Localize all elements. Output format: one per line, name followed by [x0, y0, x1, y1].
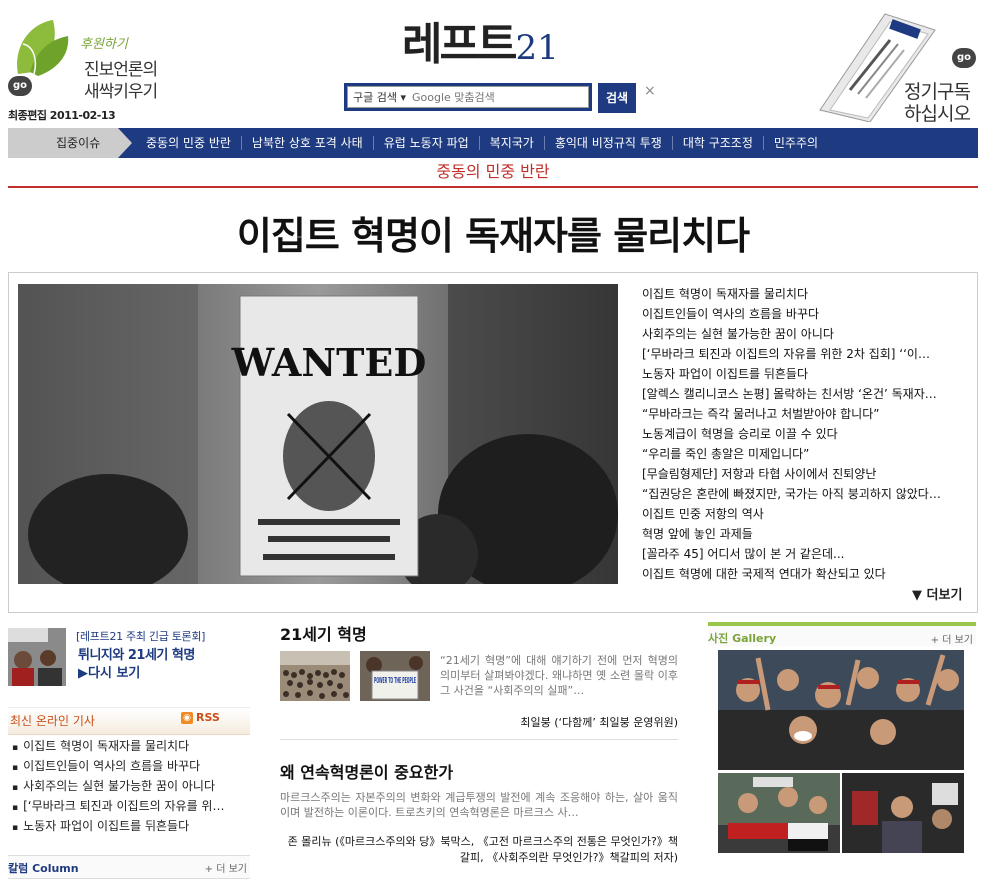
feature-link[interactable]: [꼴라주 45] 어디서 많이 본 거 같은데...	[642, 544, 962, 564]
support-line2[interactable]: 새싹키우기	[84, 77, 158, 102]
feature-more-link[interactable]: ▼ 더보기	[912, 584, 962, 603]
feature-link[interactable]: “우리를 죽인 총알은 미제입니다”	[642, 444, 962, 464]
article1-author: 최일붕 (‘다함께’ 최일붕 운영위원)	[520, 716, 678, 729]
gallery-thumb-1[interactable]	[718, 773, 840, 853]
feature-link[interactable]: “무바라크는 즉각 물러나고 처벌받아야 합니다”	[642, 404, 962, 424]
gallery-main-photo[interactable]	[718, 650, 964, 770]
online-articles-list: 이집트 혁명이 독재자를 물리치다 이집트인들이 역사의 흐름을 바꾸다 사회주…	[12, 736, 250, 836]
nav-item-europe-strike[interactable]: 유럽 노동자 파업	[374, 136, 480, 150]
search-engine-select[interactable]: 구글 검색 ▾	[353, 89, 406, 105]
nav-item-university[interactable]: 대학 구조조정	[673, 136, 764, 150]
nav-item-welfare[interactable]: 복지국가	[480, 136, 545, 150]
search-input[interactable]	[412, 90, 588, 104]
feature-link[interactable]: 이집트 혁명에 대한 국제적 연대가 확산되고 있다	[642, 564, 962, 584]
search-box: 구글 검색 ▾	[344, 83, 592, 111]
nav-item-hongik[interactable]: 홍익대 비정규직 투쟁	[545, 136, 673, 150]
rss-icon: ◉	[181, 711, 193, 724]
subscribe-line2[interactable]: 하십시오	[904, 99, 971, 126]
nav-item-democracy[interactable]: 민주주의	[764, 136, 828, 150]
forum-replay-link[interactable]: ▶다시 보기	[78, 662, 140, 681]
article2-summary[interactable]: 마르크스주의는 자본주의의 변화와 계급투쟁의 발전에 계속 조응해야 하는, …	[280, 790, 678, 820]
forum-promo-image[interactable]	[8, 628, 66, 686]
logo-number: 21	[515, 28, 559, 68]
article2-author-line1: 존 몰리뉴 (《마르크스주의와 당》북막스, 《고전 마르크스주의 전통은 무엇…	[287, 835, 678, 848]
power-sign-text: POWER TO THE PEOPLE	[374, 676, 416, 685]
feature-link[interactable]: [알렉스 캘리니코스 논평] 몰락하는 친서방 ‘온건’ 독재자…	[642, 384, 962, 404]
forum-promo-line1[interactable]: [레프트21 주최 긴급 토론회]	[76, 628, 205, 644]
column-more-link[interactable]: + 더 보기	[205, 860, 247, 875]
issue-nav-bar: 집중이슈 중동의 민중 반란 남북한 상호 포격 사태 유럽 노동자 파업 복지…	[8, 128, 978, 158]
online-articles-header: 최신 온라인 기사 ◉ RSS	[8, 707, 250, 735]
feature-link[interactable]: 사회주의는 실현 불가능한 꿈이 아니다	[642, 324, 962, 344]
column-title: 칼럼 Column	[8, 862, 79, 875]
topic-title: 중동의 민중 반란	[8, 158, 978, 188]
feature-link[interactable]: [무슬림형제단] 저항과 타협 사이에서 진퇴양난	[642, 464, 962, 484]
article2-title[interactable]: 왜 연속혁명론이 중요한가	[280, 759, 453, 783]
last-updated: 최종편집 2011-02-13	[8, 109, 116, 122]
feature-link[interactable]: [‘무바라크 퇴진과 이집트의 자유를 위한 2차 집회] ‘‘이…	[642, 344, 962, 364]
rss-label: RSS	[196, 711, 220, 724]
feature-link-list: 이집트 혁명이 독재자를 물리치다 이집트인들이 역사의 흐름을 바꾸다 사회주…	[642, 284, 962, 584]
feature-link[interactable]: “집권당은 혼란에 빠졌지만, 국가는 아직 붕괴하지 않았다…	[642, 484, 962, 504]
online-article-item[interactable]: 이집트인들이 역사의 흐름을 바꾸다	[12, 756, 250, 776]
column-header: 칼럼 Column + 더 보기	[8, 855, 250, 879]
leaf-logo	[17, 20, 69, 76]
subscribe-go-button[interactable]: go	[952, 48, 976, 68]
gallery-more-link[interactable]: + 더 보기	[931, 631, 973, 646]
article1-crowd-photo[interactable]	[280, 651, 350, 701]
nav-focus-label: 집중이슈	[8, 128, 132, 158]
article2-author: 존 몰리뉴 (《마르크스주의와 당》북막스, 《고전 마르크스주의 전통은 무엇…	[282, 834, 678, 866]
close-icon[interactable]: ×	[644, 83, 656, 99]
article2-author-line2: 갈피, 《사회주의란 무엇인가?》책갈피의 저자)	[459, 851, 678, 864]
feature-link[interactable]: 이집트 민중 저항의 역사	[642, 504, 962, 524]
search-button[interactable]: 검색	[598, 83, 636, 113]
forum-promo-line2[interactable]: 튀니지와 21세기 혁명	[78, 644, 195, 663]
support-tagline: 후원하기	[80, 37, 128, 52]
article-divider	[280, 739, 678, 740]
wanted-sign-text: WANTED	[231, 340, 427, 385]
feature-link[interactable]: 이집트인들이 역사의 흐름을 바꾸다	[642, 304, 962, 324]
online-article-item[interactable]: [‘무바라크 퇴진과 이집트의 자유를 위…	[12, 796, 250, 816]
online-article-item[interactable]: 이집트 혁명이 독재자를 물리치다	[12, 736, 250, 756]
main-headline[interactable]: 이집트 혁명이 독재자를 물리치다	[0, 205, 986, 260]
feature-link[interactable]: 이집트 혁명이 독재자를 물리치다	[642, 284, 962, 304]
site-logo[interactable]: 레프트 21	[402, 10, 559, 70]
nav-item-middle-east[interactable]: 중동의 민중 반란	[136, 136, 242, 150]
logo-korean: 레프트	[402, 19, 517, 70]
feature-photo[interactable]: WANTED	[18, 284, 618, 584]
gallery-thumb-2[interactable]	[842, 773, 964, 853]
online-article-item[interactable]: 사회주의는 실현 불가능한 꿈이 아니다	[12, 776, 250, 796]
rss-link[interactable]: ◉ RSS	[181, 711, 220, 724]
nav-item-korea-shelling[interactable]: 남북한 상호 포격 사태	[242, 136, 374, 150]
online-article-item[interactable]: 노동자 파업이 이집트를 뒤흔들다	[12, 816, 250, 836]
article1-summary[interactable]: “21세기 혁명”에 대해 얘기하기 전에 먼저 혁명의 의미부터 살펴봐야겠다…	[440, 653, 678, 698]
feature-link[interactable]: 노동자 파업이 이집트를 뒤흔들다	[642, 364, 962, 384]
online-articles-title: 최신 온라인 기사	[10, 714, 95, 728]
gallery-header: 사진 Gallery + 더 보기	[708, 622, 976, 646]
article1-title[interactable]: 21세기 혁명	[280, 621, 367, 645]
gallery-title: 사진 Gallery	[708, 632, 777, 645]
feature-link[interactable]: 혁명 앞에 놓인 과제들	[642, 524, 962, 544]
feature-link[interactable]: 노동계급이 혁명을 승리로 이끌 수 있다	[642, 424, 962, 444]
support-go-button[interactable]: go	[8, 76, 32, 96]
article1-sign-photo[interactable]: POWER TO THE PEOPLE	[360, 651, 430, 701]
